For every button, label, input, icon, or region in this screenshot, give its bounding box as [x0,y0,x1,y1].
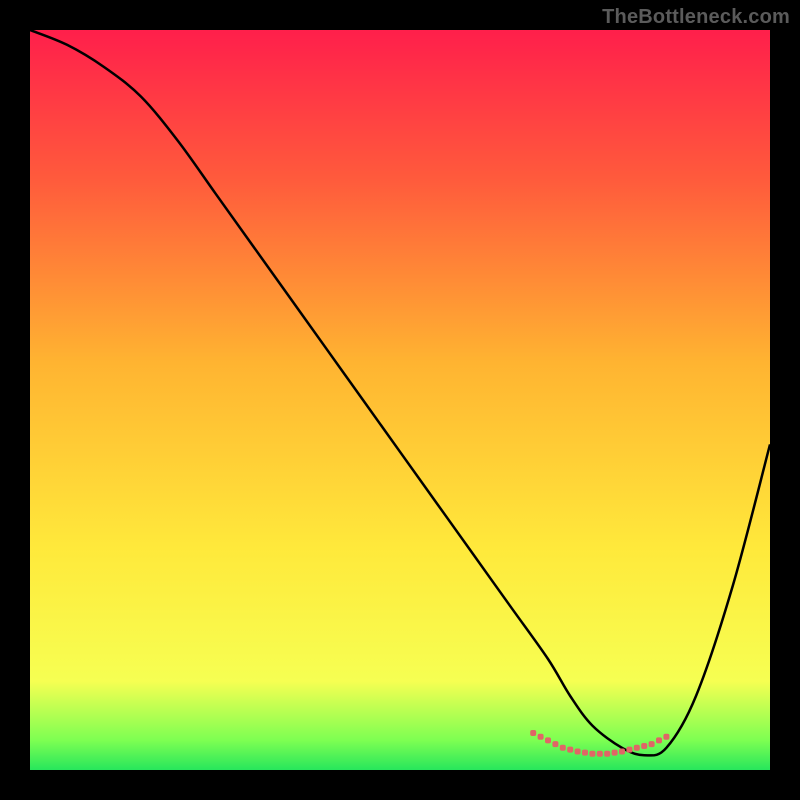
chart-svg [30,30,770,770]
plot-area [30,30,770,770]
gradient-background [30,30,770,770]
watermark-text: TheBottleneck.com [602,6,790,29]
chart-container: TheBottleneck.com [0,0,800,800]
